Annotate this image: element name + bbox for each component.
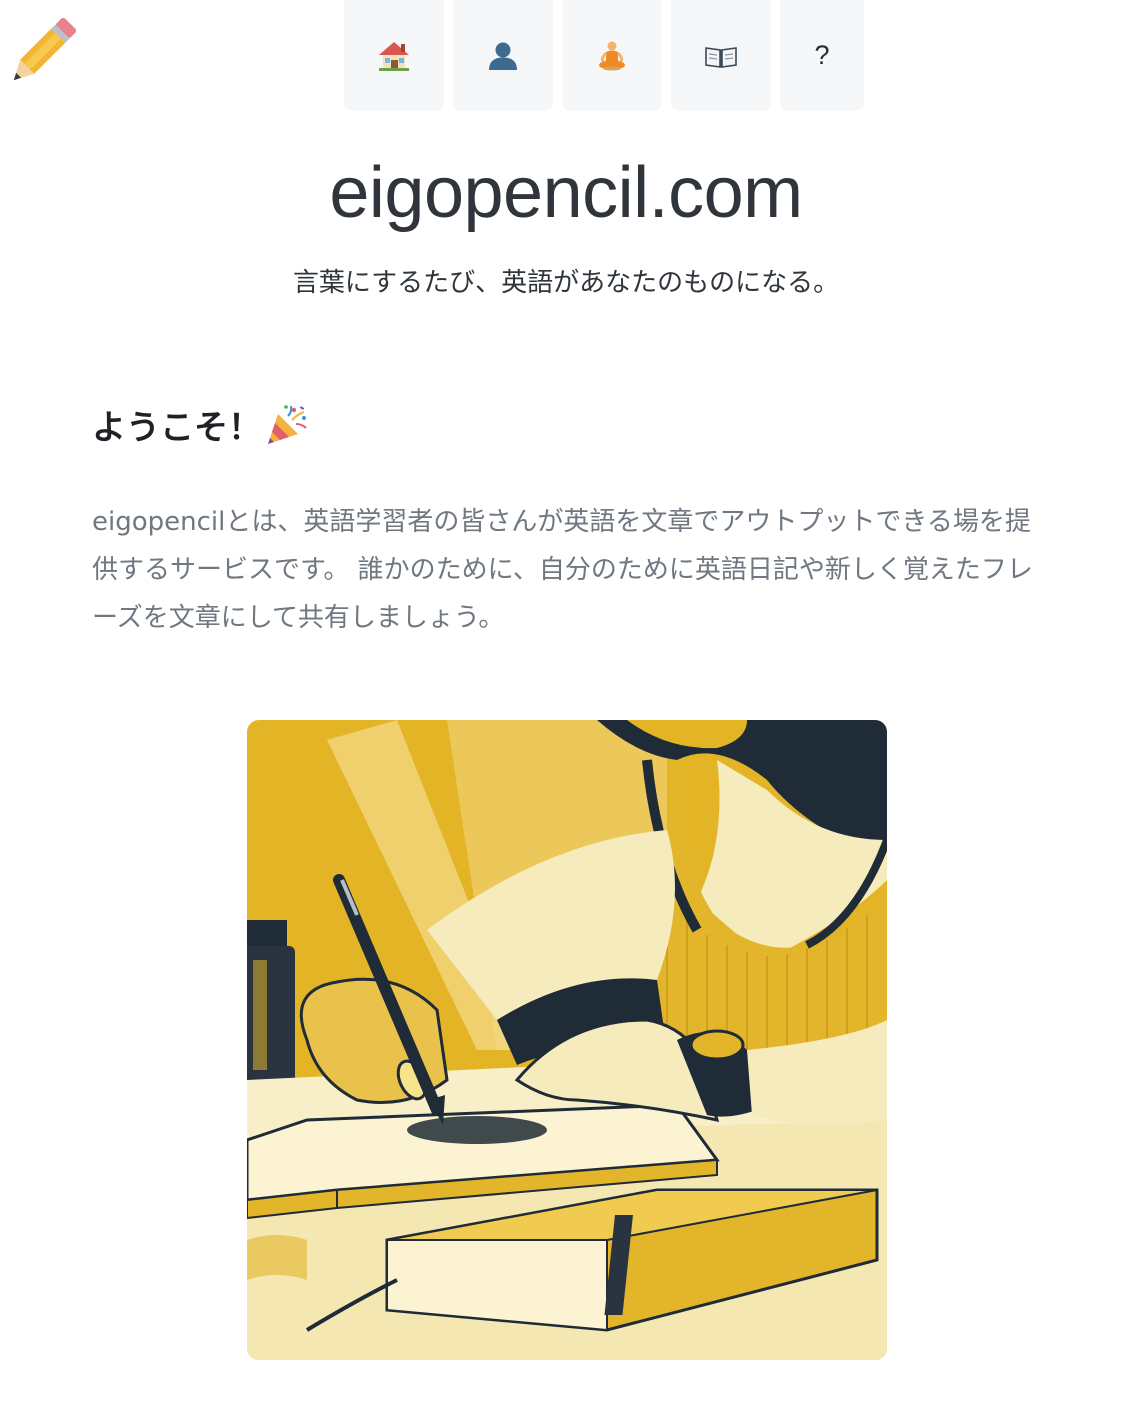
user-silhouette-icon xyxy=(489,42,517,70)
top-nav: ? xyxy=(344,0,864,111)
nav-mindfulness-button[interactable] xyxy=(562,0,662,111)
nav-book-button[interactable] xyxy=(671,0,771,111)
meditation-icon xyxy=(599,41,625,70)
writing-illustration-image xyxy=(247,720,887,1360)
question-icon: ? xyxy=(814,40,830,70)
welcome-section-header: ようこそ！ xyxy=(92,400,310,449)
pencil-icon xyxy=(13,17,77,81)
site-title: eigopencil.com xyxy=(329,153,803,233)
tagline: 言葉にするたび、英語があなたのものになる。 xyxy=(292,268,840,298)
logo-pencil-icon[interactable] xyxy=(4,14,80,90)
open-book-icon xyxy=(705,46,737,68)
welcome-heading: ようこそ！ xyxy=(92,408,262,448)
nav-profile-button[interactable] xyxy=(453,0,553,111)
nav-home-button[interactable] xyxy=(344,0,444,111)
hero-illustration xyxy=(247,720,887,1360)
nav-help-button[interactable]: ? xyxy=(780,0,864,111)
party-popper-icon xyxy=(268,404,307,444)
house-icon xyxy=(379,41,409,71)
intro-paragraph: eigopencilとは、英語学習者の皆さんが英語を文章でアウトプットできる場を… xyxy=(92,507,1033,633)
